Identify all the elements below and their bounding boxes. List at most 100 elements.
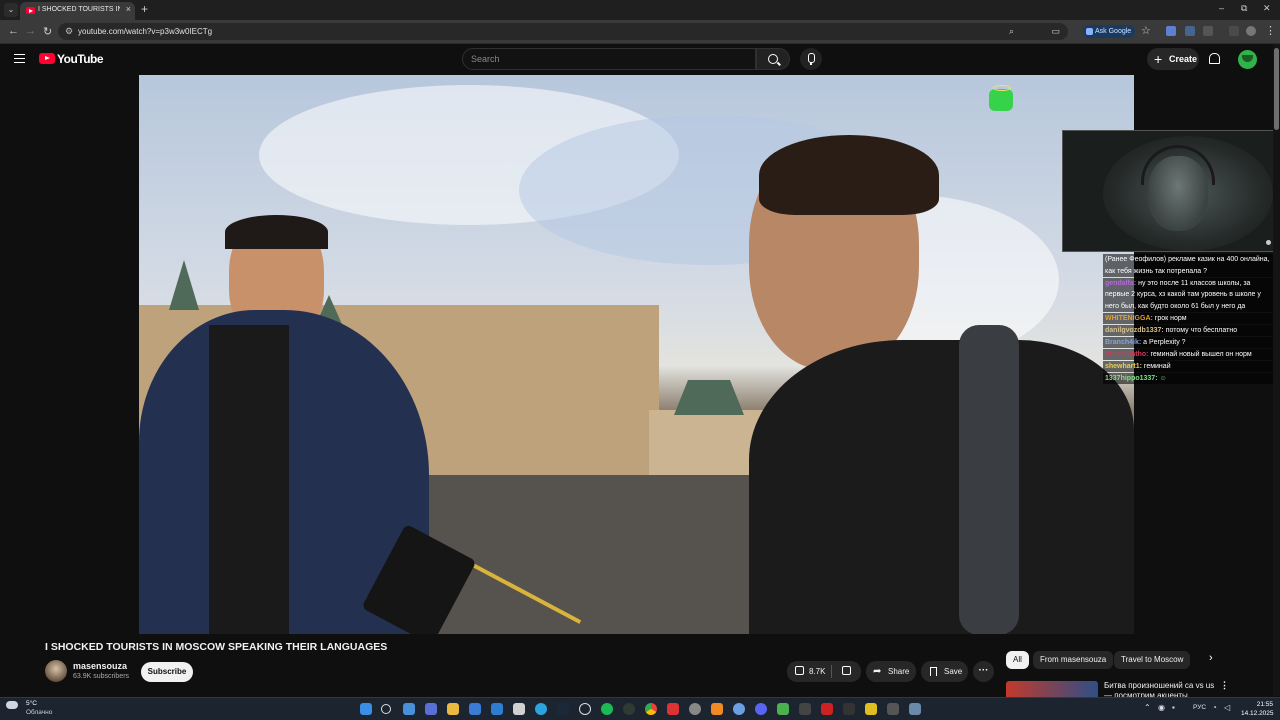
forward-icon[interactable]: → [25, 25, 36, 37]
account-avatar[interactable] [1238, 50, 1257, 69]
new-tab-button[interactable]: + [141, 2, 148, 16]
notifications-bell-icon[interactable] [1209, 53, 1220, 64]
taskbar-telegram-icon[interactable] [535, 703, 547, 715]
taskbar-chatgpt-icon[interactable] [579, 703, 591, 715]
recommended-more-icon[interactable]: ⋮ [1220, 680, 1229, 691]
taskbar-app-icon[interactable] [733, 703, 745, 715]
weather-cloud-icon[interactable] [6, 701, 18, 709]
taskbar-app-icon[interactable] [865, 703, 877, 715]
create-button[interactable]: + Create [1147, 48, 1199, 70]
taskbar-chrome-icon[interactable] [645, 703, 657, 715]
taskbar-app-icon[interactable] [843, 703, 855, 715]
chat-message: shewhart1: геминай [1103, 360, 1277, 372]
input-language[interactable]: РУС [1193, 704, 1206, 711]
browser-menu-icon[interactable]: ⋮ [1265, 24, 1276, 37]
more-actions-button[interactable]: ··· [973, 661, 994, 682]
dislike-thumb-down-icon[interactable] [842, 666, 851, 675]
taskbar-discord-icon[interactable] [755, 703, 767, 715]
bookmark-star-icon[interactable]: ☆ [1141, 24, 1151, 37]
save-button[interactable]: Save [921, 661, 968, 682]
tray-app-icon[interactable]: ◉ [1158, 703, 1165, 712]
wifi-icon[interactable]: ◔ [1212, 703, 1217, 712]
like-count[interactable]: 8.7K [809, 661, 825, 682]
window-close-button[interactable]: ✕ [1263, 3, 1271, 14]
taskbar-store-icon[interactable] [491, 703, 503, 715]
taskbar-app-icon[interactable] [799, 703, 811, 715]
url-text[interactable]: youtube.com/watch?v=p3w3w0IECTg [78, 27, 212, 36]
chat-text: грок норм [1154, 314, 1187, 322]
taskbar-app-icon[interactable] [821, 703, 833, 715]
chat-text: геминай [1143, 362, 1171, 370]
save-label: Save [944, 667, 963, 676]
chat-message: Branch4ik: а Perplexity ? [1103, 336, 1277, 348]
voice-search-mic-icon[interactable] [800, 48, 822, 70]
streamer-webcam [1062, 130, 1276, 252]
youtube-logo-text[interactable]: YouTube [57, 52, 104, 66]
start-windows-icon[interactable] [360, 703, 372, 715]
youtube-logo-icon[interactable] [39, 53, 55, 64]
taskbar-notepad-icon[interactable] [513, 703, 525, 715]
address-bar[interactable]: ⚙ youtube.com/watch?v=p3w3w0IECTg ⌕ ▭ [58, 23, 1068, 40]
taskbar-file-explorer-icon[interactable] [447, 703, 459, 715]
search-icon [768, 54, 778, 64]
downloads-icon[interactable] [1229, 26, 1239, 36]
chat-nick: Branch4ik: [1105, 338, 1142, 346]
search-input[interactable]: Search [462, 48, 756, 70]
window-minimize-button[interactable]: – [1219, 3, 1224, 13]
extension-icon[interactable] [1185, 26, 1195, 36]
page-scrollbar[interactable] [1273, 44, 1280, 696]
recommended-video-thumbnail[interactable] [1006, 681, 1098, 697]
search-button[interactable] [756, 48, 790, 70]
webcam-indicator-dot [1266, 240, 1271, 245]
scrollbar-thumb[interactable] [1274, 48, 1279, 130]
tray-overflow-icon[interactable]: ⌃ [1144, 703, 1151, 712]
channel-avatar[interactable] [45, 660, 67, 682]
taskbar-app-icon[interactable] [887, 703, 899, 715]
chip-from-channel[interactable]: From masensouza [1033, 651, 1114, 669]
extension-translate-icon[interactable] [1166, 26, 1176, 36]
chevron-right-icon[interactable]: › [1209, 652, 1213, 664]
volume-icon[interactable]: ◁ [1224, 703, 1230, 712]
chat-nick: PrнsetSatho: [1105, 350, 1149, 358]
reload-icon[interactable]: ↻ [43, 25, 52, 38]
subscribe-button[interactable]: Subscribe [141, 662, 193, 682]
weather-description[interactable]: Облачно [26, 709, 52, 716]
taskbar-app-icon[interactable] [667, 703, 679, 715]
tab-close-icon[interactable]: × [126, 4, 131, 14]
like-thumb-up-icon[interactable] [795, 666, 804, 675]
taskbar-minecraft-icon[interactable] [777, 703, 789, 715]
recommended-video-title[interactable]: Битва произношений ca vs us — посмотрим … [1104, 681, 1216, 697]
taskbar-brave-icon[interactable] [711, 703, 723, 715]
taskbar-app-icon[interactable] [469, 703, 481, 715]
extensions-puzzle-icon[interactable] [1203, 26, 1213, 36]
browser-tab-active[interactable]: I SHOCKED TOURISTS IN MOSC × [20, 2, 135, 20]
taskbar-obs-icon[interactable] [623, 703, 635, 715]
taskbar-spotify-icon[interactable] [601, 703, 613, 715]
cast-icon[interactable]: ▭ [1051, 26, 1060, 37]
video-player[interactable] [139, 75, 1134, 634]
menu-hamburger-icon[interactable] [14, 54, 25, 63]
zoom-icon[interactable]: ⌕ [1009, 26, 1014, 37]
taskbar-photos-icon[interactable] [403, 703, 415, 715]
window-restore-button[interactable]: ⧉ [1241, 3, 1247, 14]
taskbar-clock[interactable]: 21:55 14.12.2025 [1241, 700, 1274, 718]
channel-name[interactable]: masensouza [73, 661, 127, 671]
taskbar-steam-icon[interactable] [557, 703, 569, 715]
share-button[interactable]: ➦ Share [866, 661, 916, 682]
profile-avatar-icon[interactable] [1246, 26, 1256, 36]
weather-temperature[interactable]: 5°C [26, 700, 37, 707]
taskbar-app-icon[interactable] [909, 703, 921, 715]
share-arrow-icon: ➦ [873, 666, 882, 677]
chip-travel-to-moscow[interactable]: Travel to Moscow [1114, 651, 1191, 669]
taskbar-app-icon[interactable] [425, 703, 437, 715]
chat-message: PrнsetSatho: геминай новый вышел он норм [1103, 348, 1277, 360]
tab-search-button[interactable]: ⌄ [4, 3, 18, 17]
chip-all[interactable]: All [1006, 651, 1029, 669]
tray-app-icon[interactable]: ▪ [1172, 703, 1175, 712]
taskbar-app-icon[interactable] [689, 703, 701, 715]
taskbar-search-icon[interactable] [381, 704, 391, 714]
back-icon[interactable]: ← [8, 25, 19, 37]
ask-google-button[interactable]: Ask Google [1083, 25, 1136, 38]
site-info-icon[interactable]: ⚙ [65, 26, 73, 37]
chat-message: WHITENIGGA: грок норм [1103, 312, 1277, 324]
